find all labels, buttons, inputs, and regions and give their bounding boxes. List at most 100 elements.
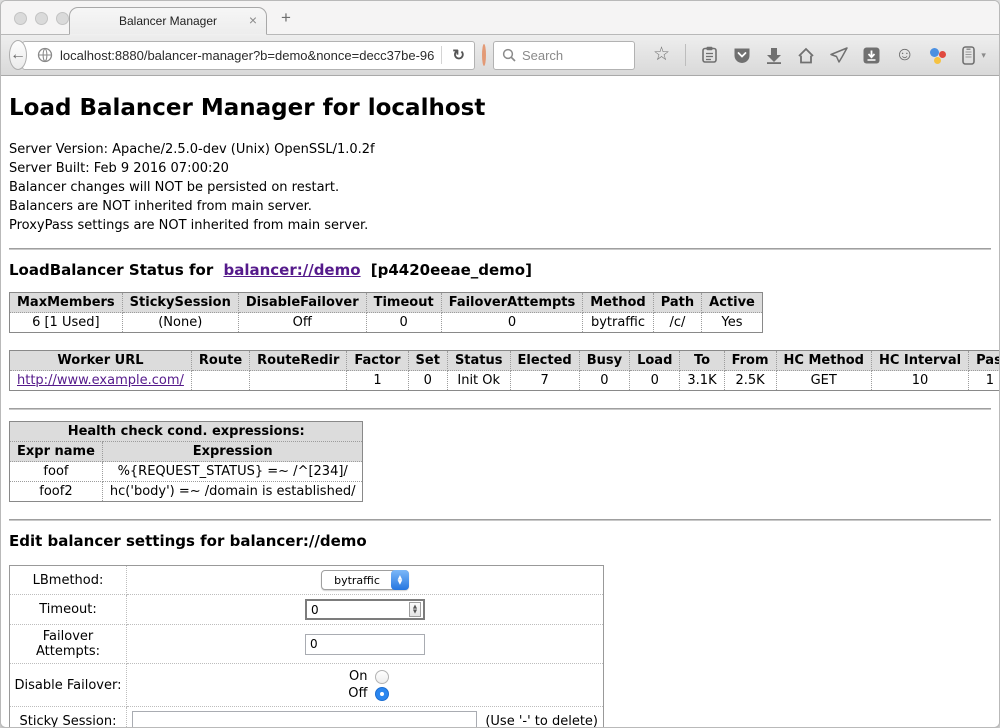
page-content: Load Balancer Manager for localhost Serv… xyxy=(1,76,999,727)
table-header-cell: Set xyxy=(408,351,447,371)
table-header-cell: Active xyxy=(702,293,763,313)
table-cell: hc('body') =~ /domain is established/ xyxy=(102,482,363,502)
table-cell: GET xyxy=(776,371,871,391)
url-bar[interactable]: localhost:8880/balancer-manager?b=demo&n… xyxy=(22,41,475,70)
table-header-cell: Expr name xyxy=(10,442,103,462)
back-button[interactable]: ← xyxy=(9,40,27,70)
table-header-cell: MaxMembers xyxy=(10,293,123,313)
table-header-cell: Path xyxy=(653,293,701,313)
minimize-window-button[interactable] xyxy=(35,12,48,25)
sticky-session-label: Sticky Session: xyxy=(10,707,127,728)
page-title: Load Balancer Manager for localhost xyxy=(9,95,991,121)
failover-attempts-input[interactable] xyxy=(305,634,425,655)
table-header-cell: Factor xyxy=(347,351,408,371)
inherit-note-line: Balancers are NOT inherited from main se… xyxy=(9,197,991,216)
table-header-cell: Method xyxy=(583,293,653,313)
table-header-cell: From xyxy=(724,351,776,371)
table-cell: (None) xyxy=(122,313,238,333)
timeout-input[interactable]: 0 ▲▼ xyxy=(305,599,425,620)
send-tab-icon[interactable] xyxy=(830,44,848,66)
tab-title: Balancer Manager xyxy=(119,14,217,28)
bookmark-star-icon[interactable]: ☆ xyxy=(653,44,670,66)
proxypass-note-line: ProxyPass settings are NOT inherited fro… xyxy=(9,216,991,235)
table-cell: 1 (0) xyxy=(969,371,999,391)
extension-dots-icon[interactable] xyxy=(929,44,947,66)
browser-window: Balancer Manager × + ← localhost:8880/ba… xyxy=(0,0,1000,728)
worker-url-link[interactable]: http://www.example.com/ xyxy=(17,373,184,388)
window-controls[interactable] xyxy=(14,12,69,25)
search-input[interactable] xyxy=(522,48,626,63)
panel-download-icon[interactable] xyxy=(863,44,880,66)
radio-off-label: Off xyxy=(342,685,368,702)
disable-failover-off-radio[interactable] xyxy=(375,687,389,701)
table-cell: foof2 xyxy=(10,482,103,502)
health-check-table: Health check cond. expressions: Expr nam… xyxy=(9,421,363,502)
table-cell: bytraffic xyxy=(583,313,653,333)
toolbar-buttons: ☆ ☺ xyxy=(653,44,1000,66)
home-icon[interactable] xyxy=(797,44,815,66)
table-cell: 7 xyxy=(510,371,579,391)
search-bar[interactable] xyxy=(493,41,635,70)
url-text[interactable]: localhost:8880/balancer-manager?b=demo&n… xyxy=(60,48,434,63)
table-header-cell: Status xyxy=(447,351,510,371)
table-cell: 0 xyxy=(441,313,583,333)
zoom-window-button[interactable] xyxy=(56,12,69,25)
close-tab-icon[interactable]: × xyxy=(249,12,257,28)
table-header-cell: HC Method xyxy=(776,351,871,371)
disable-failover-on-radio[interactable] xyxy=(375,670,389,684)
table-header-cell: StickySession xyxy=(122,293,238,313)
status-heading-prefix: LoadBalancer Status for xyxy=(9,261,213,279)
server-info: Server Version: Apache/2.5.0-dev (Unix) … xyxy=(9,140,991,235)
new-tab-button[interactable]: + xyxy=(281,8,291,28)
sticky-session-input[interactable] xyxy=(132,711,477,727)
content-blocked-icon[interactable] xyxy=(482,44,486,66)
table-header-cell: Elected xyxy=(510,351,579,371)
downloads-icon[interactable] xyxy=(766,44,782,66)
table-header-cell: Route xyxy=(191,351,249,371)
device-panel-caret-icon[interactable]: ▾ xyxy=(981,50,986,61)
table-cell: 6 [1 Used] xyxy=(10,313,123,333)
tab-bar: Balancer Manager × + xyxy=(1,1,999,35)
server-version-line: Server Version: Apache/2.5.0-dev (Unix) … xyxy=(9,140,991,159)
device-panel-icon[interactable] xyxy=(962,44,975,66)
edit-settings-heading: Edit balancer settings for balancer://de… xyxy=(9,532,991,550)
radio-on-label: On xyxy=(342,668,368,685)
feedback-smiley-icon[interactable]: ☺ xyxy=(895,44,914,66)
table-cell: Yes xyxy=(702,313,763,333)
lbmethod-label: LBmethod: xyxy=(10,566,127,595)
table-cell: 3.1K xyxy=(680,371,724,391)
table-row: 6 [1 Used] (None) Off 0 0 bytraffic /c/ … xyxy=(10,313,763,333)
persist-note-line: Balancer changes will NOT be persisted o… xyxy=(9,178,991,197)
close-window-button[interactable] xyxy=(14,12,27,25)
sticky-session-hint: (Use '-' to delete) xyxy=(485,714,598,727)
reload-icon[interactable]: ↻ xyxy=(449,46,468,64)
worker-status-table: Worker URL Route RouteRedir Factor Set S… xyxy=(9,350,999,391)
tab-balancer-manager[interactable]: Balancer Manager × xyxy=(69,7,267,35)
table-cell xyxy=(191,371,249,391)
reading-list-icon[interactable] xyxy=(701,44,718,66)
table-header-cell: RouteRedir xyxy=(250,351,347,371)
table-row: foof2 hc('body') =~ /domain is establish… xyxy=(10,482,363,502)
table-row: foof %{REQUEST_STATUS} =~ /^[234]/ xyxy=(10,462,363,482)
table-header-cell: Timeout xyxy=(366,293,441,313)
disable-failover-label: Disable Failover: xyxy=(10,664,127,707)
table-cell: 0 xyxy=(630,371,680,391)
table-header-cell: To xyxy=(680,351,724,371)
table-cell: 1 xyxy=(347,371,408,391)
balancer-settings-form: LBmethod: bytraffic ▲▼ Timeout: 0 ▲▼ xyxy=(9,565,604,727)
number-stepper-icon[interactable]: ▲▼ xyxy=(409,602,421,617)
failover-attempts-label: Failover Attempts: xyxy=(10,625,127,664)
select-chevrons-icon: ▲▼ xyxy=(391,570,409,590)
lbmethod-select[interactable]: bytraffic ▲▼ xyxy=(321,570,409,590)
site-identity-globe-icon[interactable] xyxy=(37,44,53,66)
balancer-demo-link[interactable]: balancer://demo xyxy=(223,261,360,279)
table-cell: Init Ok xyxy=(447,371,510,391)
table-cell: Off xyxy=(238,313,366,333)
table-header-cell: DisableFailover xyxy=(238,293,366,313)
table-header-cell: FailoverAttempts xyxy=(441,293,583,313)
table-header-cell: Worker URL xyxy=(10,351,192,371)
table-header-cell: Busy xyxy=(579,351,629,371)
divider xyxy=(9,408,991,410)
pocket-icon[interactable] xyxy=(733,44,751,66)
table-cell: 10 xyxy=(871,371,968,391)
